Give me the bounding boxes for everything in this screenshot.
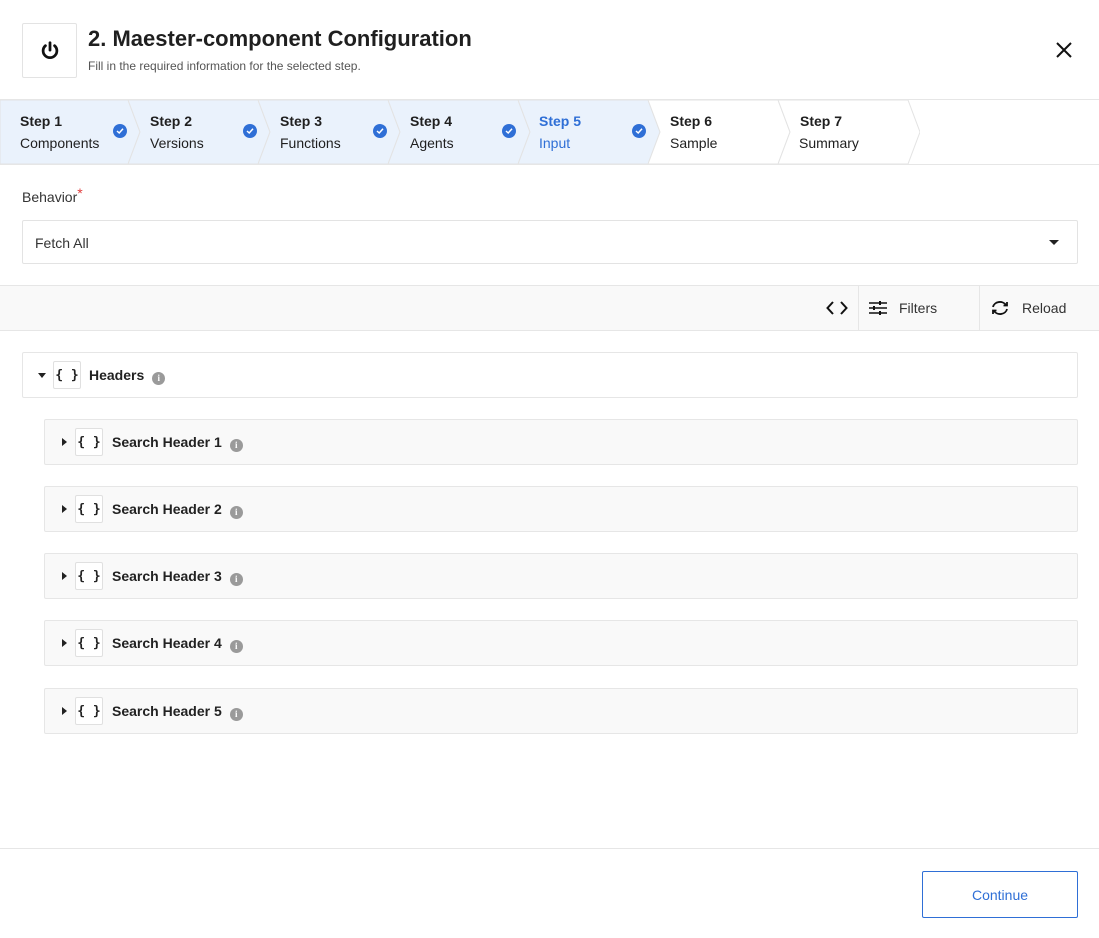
tree-node-label-text: Search Header 3	[112, 568, 222, 584]
code-brackets-icon	[825, 301, 848, 315]
info-icon[interactable]: i	[152, 371, 166, 385]
filter-sliders-icon	[869, 301, 887, 315]
step-5[interactable]: Step 5 Input	[518, 100, 660, 164]
caret-right-icon[interactable]	[62, 438, 67, 446]
object-braces-icon: { }	[75, 495, 103, 523]
step-number: Step 6	[670, 113, 713, 129]
step-number: Step 2	[150, 113, 193, 129]
step-6[interactable]: Step 6 Sample	[648, 100, 790, 164]
filters-label: Filters	[899, 300, 938, 316]
step-number: Step 1	[20, 113, 63, 129]
step-label: Summary	[799, 135, 859, 151]
step-1[interactable]: Step 1 Components	[0, 100, 140, 164]
caret-right-icon[interactable]	[62, 707, 67, 715]
caret-down-icon[interactable]	[38, 373, 46, 378]
tree-node-search-header-2: { } Search Header 2 i	[44, 486, 1078, 532]
close-icon	[1056, 42, 1072, 58]
step-label: Sample	[670, 135, 718, 151]
info-icon[interactable]: i	[229, 639, 243, 653]
step-4[interactable]: Step 4 Agents	[388, 100, 530, 164]
object-braces-icon: { }	[53, 361, 81, 389]
tree-node-label: Search Header 5 i	[112, 703, 243, 721]
page-title: 2. Maester-component Configuration	[88, 26, 472, 51]
chevron-down-icon	[1049, 240, 1059, 245]
filters-button[interactable]: Filters	[858, 286, 979, 330]
info-icon[interactable]: i	[229, 505, 243, 519]
step-label: Versions	[150, 135, 204, 151]
behavior-select-value: Fetch All	[35, 235, 89, 251]
tree-node-search-header-4: { } Search Header 4 i	[44, 620, 1078, 666]
caret-right-icon[interactable]	[62, 572, 67, 580]
tree-node-label-text: Headers	[89, 367, 145, 383]
tree-node-label-text: Search Header 2	[112, 501, 222, 517]
tree-node-label: Headers i	[89, 367, 166, 385]
step-number: Step 5	[539, 113, 582, 129]
tree-node-search-header-1: { } Search Header 1 i	[44, 419, 1078, 465]
app-logo	[22, 23, 77, 78]
tree-node-label-text: Search Header 5	[112, 703, 222, 719]
tree-node-headers: { } Headers i	[22, 352, 1078, 398]
step-3[interactable]: Step 3 Functions	[258, 100, 400, 164]
step-label: Input	[539, 135, 571, 151]
tree-node-label: Search Header 4 i	[112, 635, 243, 653]
tree-node-label-text: Search Header 4	[112, 635, 222, 651]
step-label: Functions	[280, 135, 341, 151]
reload-label: Reload	[1022, 300, 1067, 316]
check-circle-icon	[502, 124, 516, 138]
behavior-label-text: Behavior	[22, 189, 78, 205]
reload-icon	[992, 301, 1008, 315]
step-2[interactable]: Step 2 Versions	[128, 100, 270, 164]
tree-node-label: Search Header 1 i	[112, 434, 243, 452]
info-icon[interactable]: i	[229, 707, 243, 721]
check-circle-icon	[373, 124, 387, 138]
required-mark: *	[77, 185, 83, 201]
page-subtitle: Fill in the required information for the…	[88, 59, 361, 73]
object-braces-icon: { }	[75, 697, 103, 725]
step-number: Step 7	[800, 113, 843, 129]
object-braces-icon: { }	[75, 428, 103, 456]
tree-node-label: Search Header 2 i	[112, 501, 243, 519]
info-icon[interactable]: i	[229, 572, 243, 586]
step-number: Step 3	[280, 113, 323, 129]
behavior-label: Behavior*	[22, 185, 83, 205]
check-circle-icon	[113, 124, 127, 138]
step-label: Agents	[410, 135, 454, 151]
dialog-header: 2. Maester-component Configuration Fill …	[0, 0, 1099, 100]
step-label: Components	[20, 135, 100, 151]
check-circle-icon	[632, 124, 646, 138]
continue-button[interactable]: Continue	[922, 871, 1078, 918]
object-braces-icon: { }	[75, 562, 103, 590]
behavior-select[interactable]: Fetch All	[22, 220, 1078, 264]
tree-node-search-header-3: { } Search Header 3 i	[44, 553, 1078, 599]
stepper: Step 1 Components Step 2 Versions Step 3…	[0, 100, 1099, 165]
toolbar: Filters Reload	[0, 285, 1099, 331]
tree-node-label-text: Search Header 1	[112, 434, 222, 450]
step-number: Step 4	[410, 113, 453, 129]
check-circle-icon	[243, 124, 257, 138]
power-icon	[41, 40, 58, 59]
step-7[interactable]: Step 7 Summary	[778, 100, 920, 164]
caret-right-icon[interactable]	[62, 639, 67, 647]
code-view-button[interactable]	[815, 286, 858, 330]
tree-node-label: Search Header 3 i	[112, 568, 243, 586]
object-braces-icon: { }	[75, 629, 103, 657]
reload-button[interactable]: Reload	[979, 286, 1099, 330]
dialog-footer: Continue	[0, 848, 1099, 938]
close-button[interactable]	[1050, 36, 1078, 64]
tree-node-search-header-5: { } Search Header 5 i	[44, 688, 1078, 734]
caret-right-icon[interactable]	[62, 505, 67, 513]
info-icon[interactable]: i	[229, 438, 243, 452]
